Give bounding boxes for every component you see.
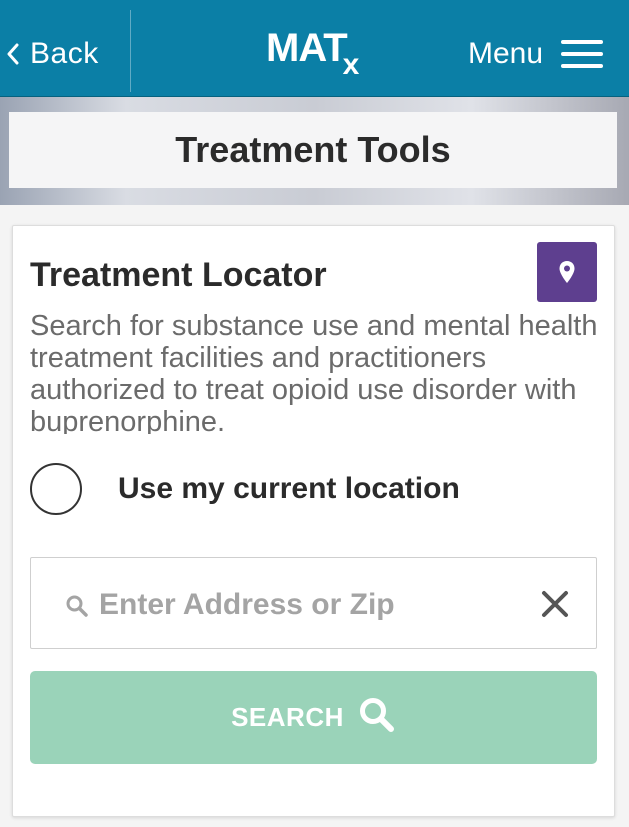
search-button[interactable]: SEARCH [30,671,597,764]
menu-button[interactable]: Menu [468,32,603,76]
chevron-left-icon [6,43,20,65]
header-divider [130,10,131,92]
page-title: Treatment Tools [9,112,617,188]
back-label: Back [30,37,99,70]
clear-icon[interactable] [539,588,571,620]
back-button[interactable]: Back [6,32,99,76]
search-icon [65,594,89,623]
search-icon [358,696,396,739]
logo-main-text: MAT [266,26,348,70]
address-search-field[interactable] [30,557,597,649]
matx-logo[interactable]: MAT x [266,26,359,81]
section-banner: Treatment Tools [0,97,629,205]
search-button-label: SEARCH [231,702,344,732]
menu-label: Menu [467,37,543,70]
location-radio-button[interactable] [30,463,82,515]
card-description: Search for substance use and mental heal… [30,310,598,434]
address-input[interactable] [97,578,521,632]
treatment-locator-card: Treatment Locator Search for substance u… [12,225,615,817]
hamburger-icon [561,39,603,69]
location-pin-icon [537,242,597,302]
use-current-location-option[interactable]: Use my current location [30,460,460,518]
top-navigation-bar: Back MAT x Menu [0,0,629,97]
use-location-label: Use my current location [118,472,460,505]
logo-sub-text: x [342,48,360,81]
card-title: Treatment Locator [30,256,327,294]
